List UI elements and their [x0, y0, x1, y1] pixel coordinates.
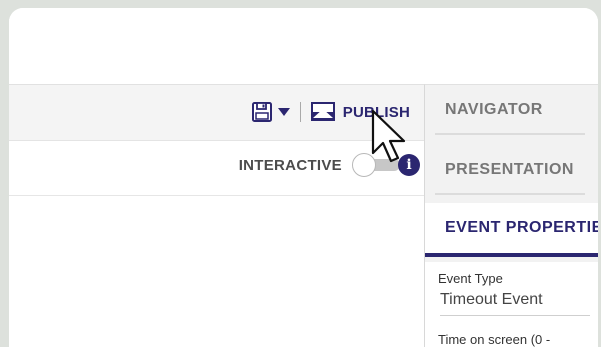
right-panel: NAVIGATOR PRESENTATION EVENT PROPERTIES … [424, 84, 598, 347]
event-type-label: Event Type [438, 271, 503, 286]
interactive-bar: INTERACTIVE i [9, 140, 424, 196]
tab-event-properties-label: EVENT PROPERTIES [445, 219, 598, 236]
event-type-select[interactable]: Timeout Event [440, 291, 590, 316]
time-on-screen-label: Time on screen (0 - [438, 332, 551, 347]
tab-presentation-underline [435, 193, 585, 195]
tab-presentation-label: PRESENTATION [445, 161, 574, 178]
toolbar-divider [299, 102, 301, 122]
app-window: PUBLISH INTERACTIVE i NAVIGATOR PRESENTA… [9, 8, 598, 347]
tab-navigator[interactable]: NAVIGATOR [425, 85, 598, 135]
tab-event-properties[interactable]: EVENT PROPERTIES [425, 203, 598, 257]
dropdown-arrow-icon[interactable] [277, 107, 291, 117]
mouse-pointer-icon [371, 109, 406, 163]
tab-navigator-underline [435, 133, 585, 135]
tab-navigator-label: NAVIGATOR [445, 101, 543, 118]
save-icon[interactable] [251, 101, 273, 123]
top-blank-area [9, 8, 598, 84]
toolbar: PUBLISH [9, 84, 424, 141]
interactive-label: INTERACTIVE [238, 156, 342, 174]
event-properties-form: Event Type Timeout Event Time on screen … [425, 262, 598, 347]
tab-presentation[interactable]: PRESENTATION [425, 145, 598, 195]
publish-monitor-icon [310, 102, 335, 121]
